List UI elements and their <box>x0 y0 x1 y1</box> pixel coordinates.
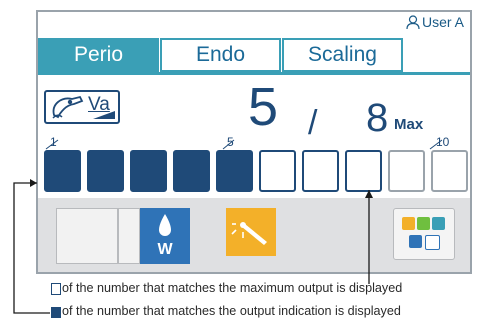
mini-clock-icon <box>417 217 430 230</box>
level-segment-5[interactable] <box>216 150 253 192</box>
mini-arrow-icon <box>425 235 440 250</box>
level-segment-4[interactable] <box>173 150 210 192</box>
water-drop-icon <box>159 214 171 236</box>
caption-max-output: of the number that matches the maximum o… <box>62 281 403 295</box>
level-segment-2[interactable] <box>87 150 124 192</box>
level-segment-7[interactable] <box>302 150 339 192</box>
handpiece-light-icon <box>231 222 267 245</box>
level-segment-3[interactable] <box>130 150 167 192</box>
water-label: W <box>157 241 173 258</box>
mini-bottle-icon <box>432 217 445 230</box>
water-button[interactable]: W <box>140 208 190 264</box>
legend-filled-square <box>51 307 61 318</box>
empty-slot-button[interactable] <box>56 208 118 264</box>
level-segment-10[interactable] <box>431 150 468 192</box>
function-bar: W <box>38 198 470 272</box>
caption-output-indication: of the number that matches the output in… <box>62 304 401 318</box>
light-button[interactable] <box>226 208 276 256</box>
level-segment-9[interactable] <box>388 150 425 192</box>
device-screen: User A Perio Endo Scaling Va 5 / 8 Max 1… <box>36 10 472 274</box>
level-segment-8[interactable] <box>345 150 382 192</box>
empty-slot-button-2[interactable] <box>118 208 140 264</box>
legend-empty-square <box>51 283 61 295</box>
level-segment-1[interactable] <box>44 150 81 192</box>
mini-handpiece-icon <box>402 217 415 230</box>
level-segment-6[interactable] <box>259 150 296 192</box>
mini-program-icon <box>409 235 422 248</box>
scale-ticks <box>45 139 443 150</box>
settings-menu-icon[interactable] <box>393 208 455 260</box>
